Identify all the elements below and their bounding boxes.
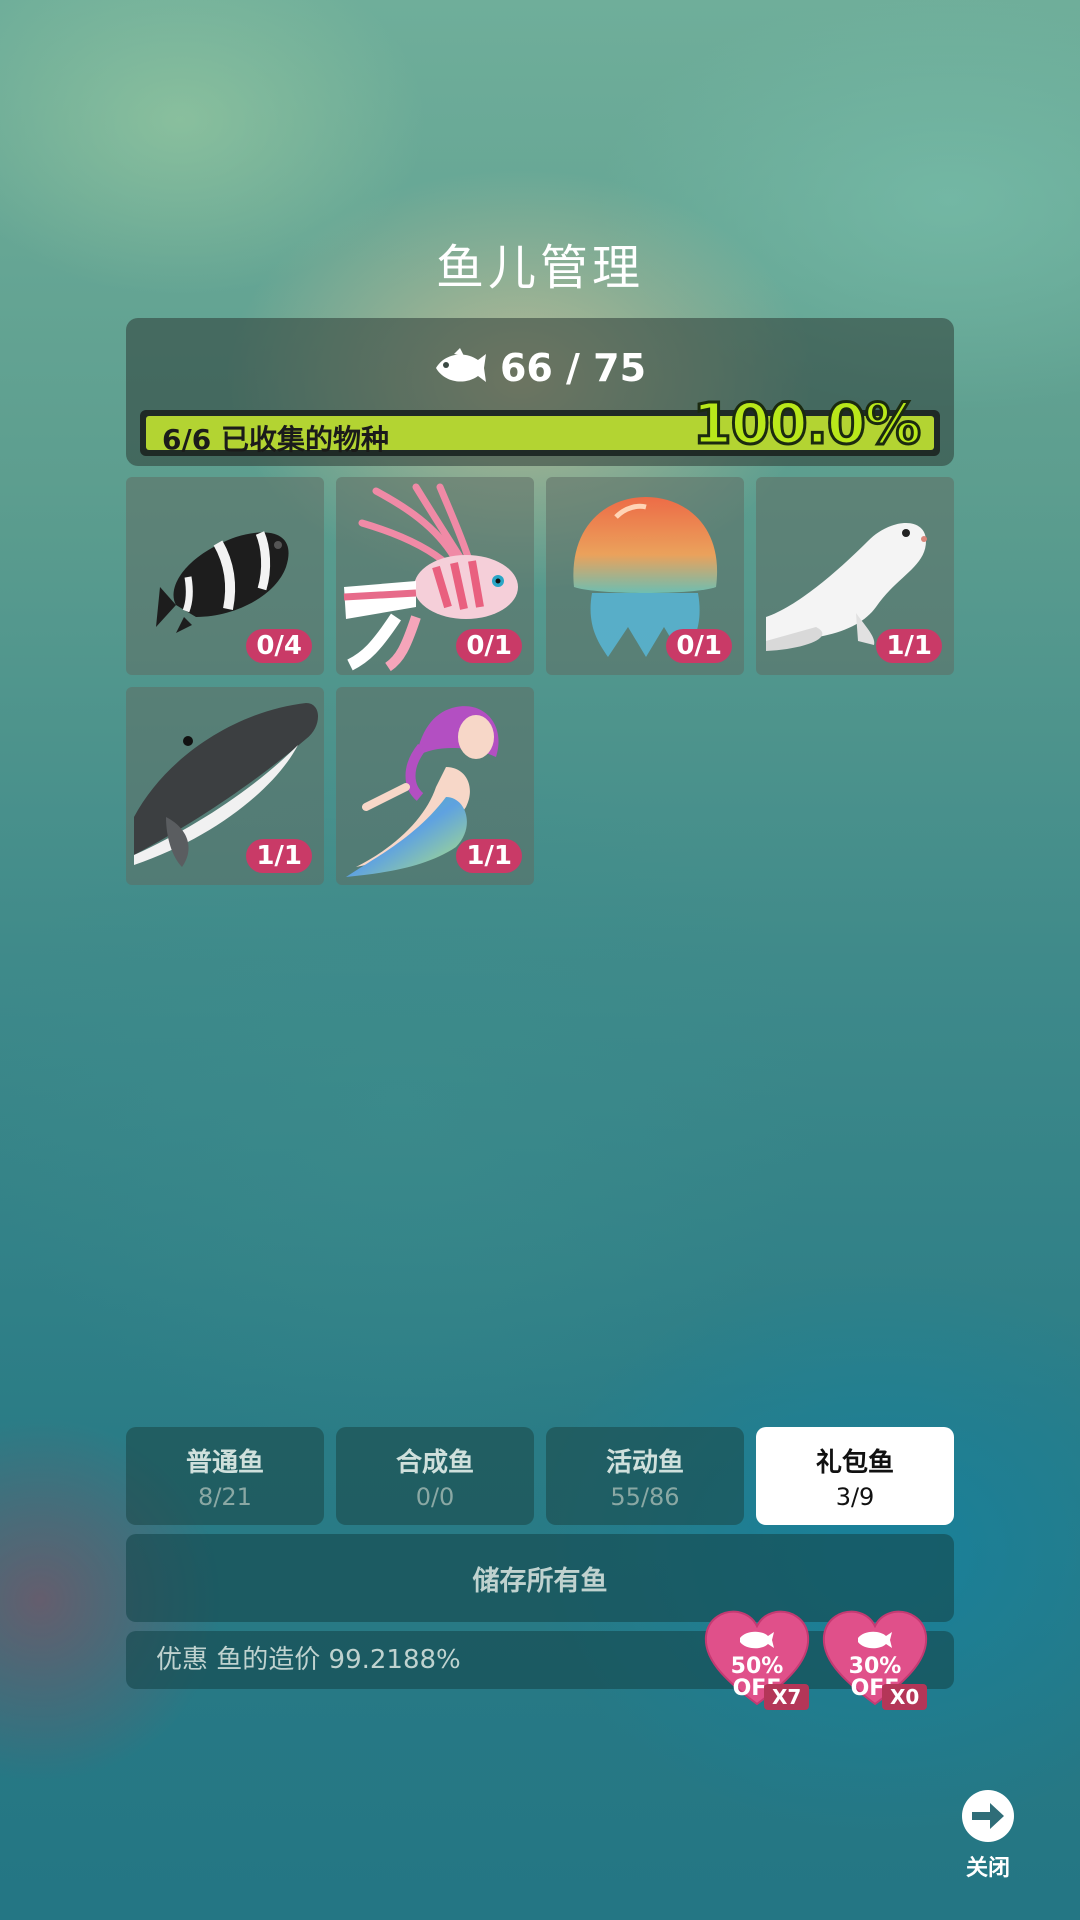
fish-tile-seal[interactable]: 1/1 bbox=[756, 477, 954, 675]
fish-count: 66 / 75 bbox=[499, 346, 647, 390]
coupon-multiplier: X7 bbox=[764, 1684, 810, 1710]
discount-text: 优惠 鱼的造价 99.2188% bbox=[156, 1645, 461, 1675]
fish-count-badge: 0/1 bbox=[666, 629, 732, 663]
fish-icon bbox=[435, 348, 486, 382]
collection-progress-bar: 6/6 已收集的物种 100.0% bbox=[140, 391, 940, 459]
fish-count-badge: 1/1 bbox=[876, 629, 942, 663]
collection-summary: 66 / 75 6/6 已收集的物种 100.0% bbox=[126, 318, 954, 466]
coupon-50-off[interactable]: 50% OFF X7 bbox=[702, 1608, 812, 1718]
fish-count-badge: 0/4 bbox=[246, 629, 312, 663]
close-button[interactable]: 关闭 bbox=[958, 1790, 1018, 1882]
category-tabs: 普通鱼 8/21 合成鱼 0/0 活动鱼 55/86 礼包鱼 3/9 bbox=[126, 1427, 954, 1525]
fish-tile-lionfish[interactable]: 0/1 bbox=[336, 477, 534, 675]
tab-count: 55/86 bbox=[610, 1482, 680, 1511]
tab-count: 8/21 bbox=[198, 1482, 252, 1511]
fish-count-badge: 1/1 bbox=[246, 839, 312, 873]
progress-percent: 100.0% bbox=[691, 391, 922, 459]
fish-tile-jellyfish[interactable]: 0/1 bbox=[546, 477, 744, 675]
tab-label: 礼包鱼 bbox=[815, 1447, 894, 1478]
coupon-multiplier: X0 bbox=[882, 1684, 928, 1710]
fish-count-badge: 0/1 bbox=[456, 629, 522, 663]
progress-label: 6/6 已收集的物种 bbox=[162, 423, 389, 456]
fish-grid: 0/4 0/1 0/1 1/1 1/1 1/1 bbox=[126, 477, 954, 885]
coupon-percent: 50% bbox=[730, 1654, 784, 1679]
tab-count: 3/9 bbox=[835, 1482, 875, 1511]
coupon-30-off[interactable]: 30% OFF X0 bbox=[820, 1608, 930, 1718]
tab-label: 合成鱼 bbox=[395, 1447, 474, 1478]
coupon-percent: 30% bbox=[848, 1654, 902, 1679]
arrow-right-icon bbox=[962, 1790, 1014, 1842]
tab-normal-fish[interactable]: 普通鱼 8/21 bbox=[126, 1427, 324, 1525]
close-label: 关闭 bbox=[965, 1856, 1010, 1881]
tab-count: 0/0 bbox=[415, 1482, 455, 1511]
tab-label: 普通鱼 bbox=[185, 1447, 264, 1478]
tab-event-fish[interactable]: 活动鱼 55/86 bbox=[546, 1427, 744, 1525]
fish-tile-mermaid[interactable]: 1/1 bbox=[336, 687, 534, 885]
tab-gift-pack-fish[interactable]: 礼包鱼 3/9 bbox=[756, 1427, 954, 1525]
fish-tile-clownfish[interactable]: 0/4 bbox=[126, 477, 324, 675]
fish-count-row: 66 / 75 bbox=[126, 346, 954, 390]
tab-merged-fish[interactable]: 合成鱼 0/0 bbox=[336, 1427, 534, 1525]
fish-tile-humpback-whale[interactable]: 1/1 bbox=[126, 687, 324, 885]
tab-label: 活动鱼 bbox=[605, 1447, 684, 1478]
page-title: 鱼儿管理 bbox=[435, 240, 644, 296]
fish-count-badge: 1/1 bbox=[456, 839, 522, 873]
